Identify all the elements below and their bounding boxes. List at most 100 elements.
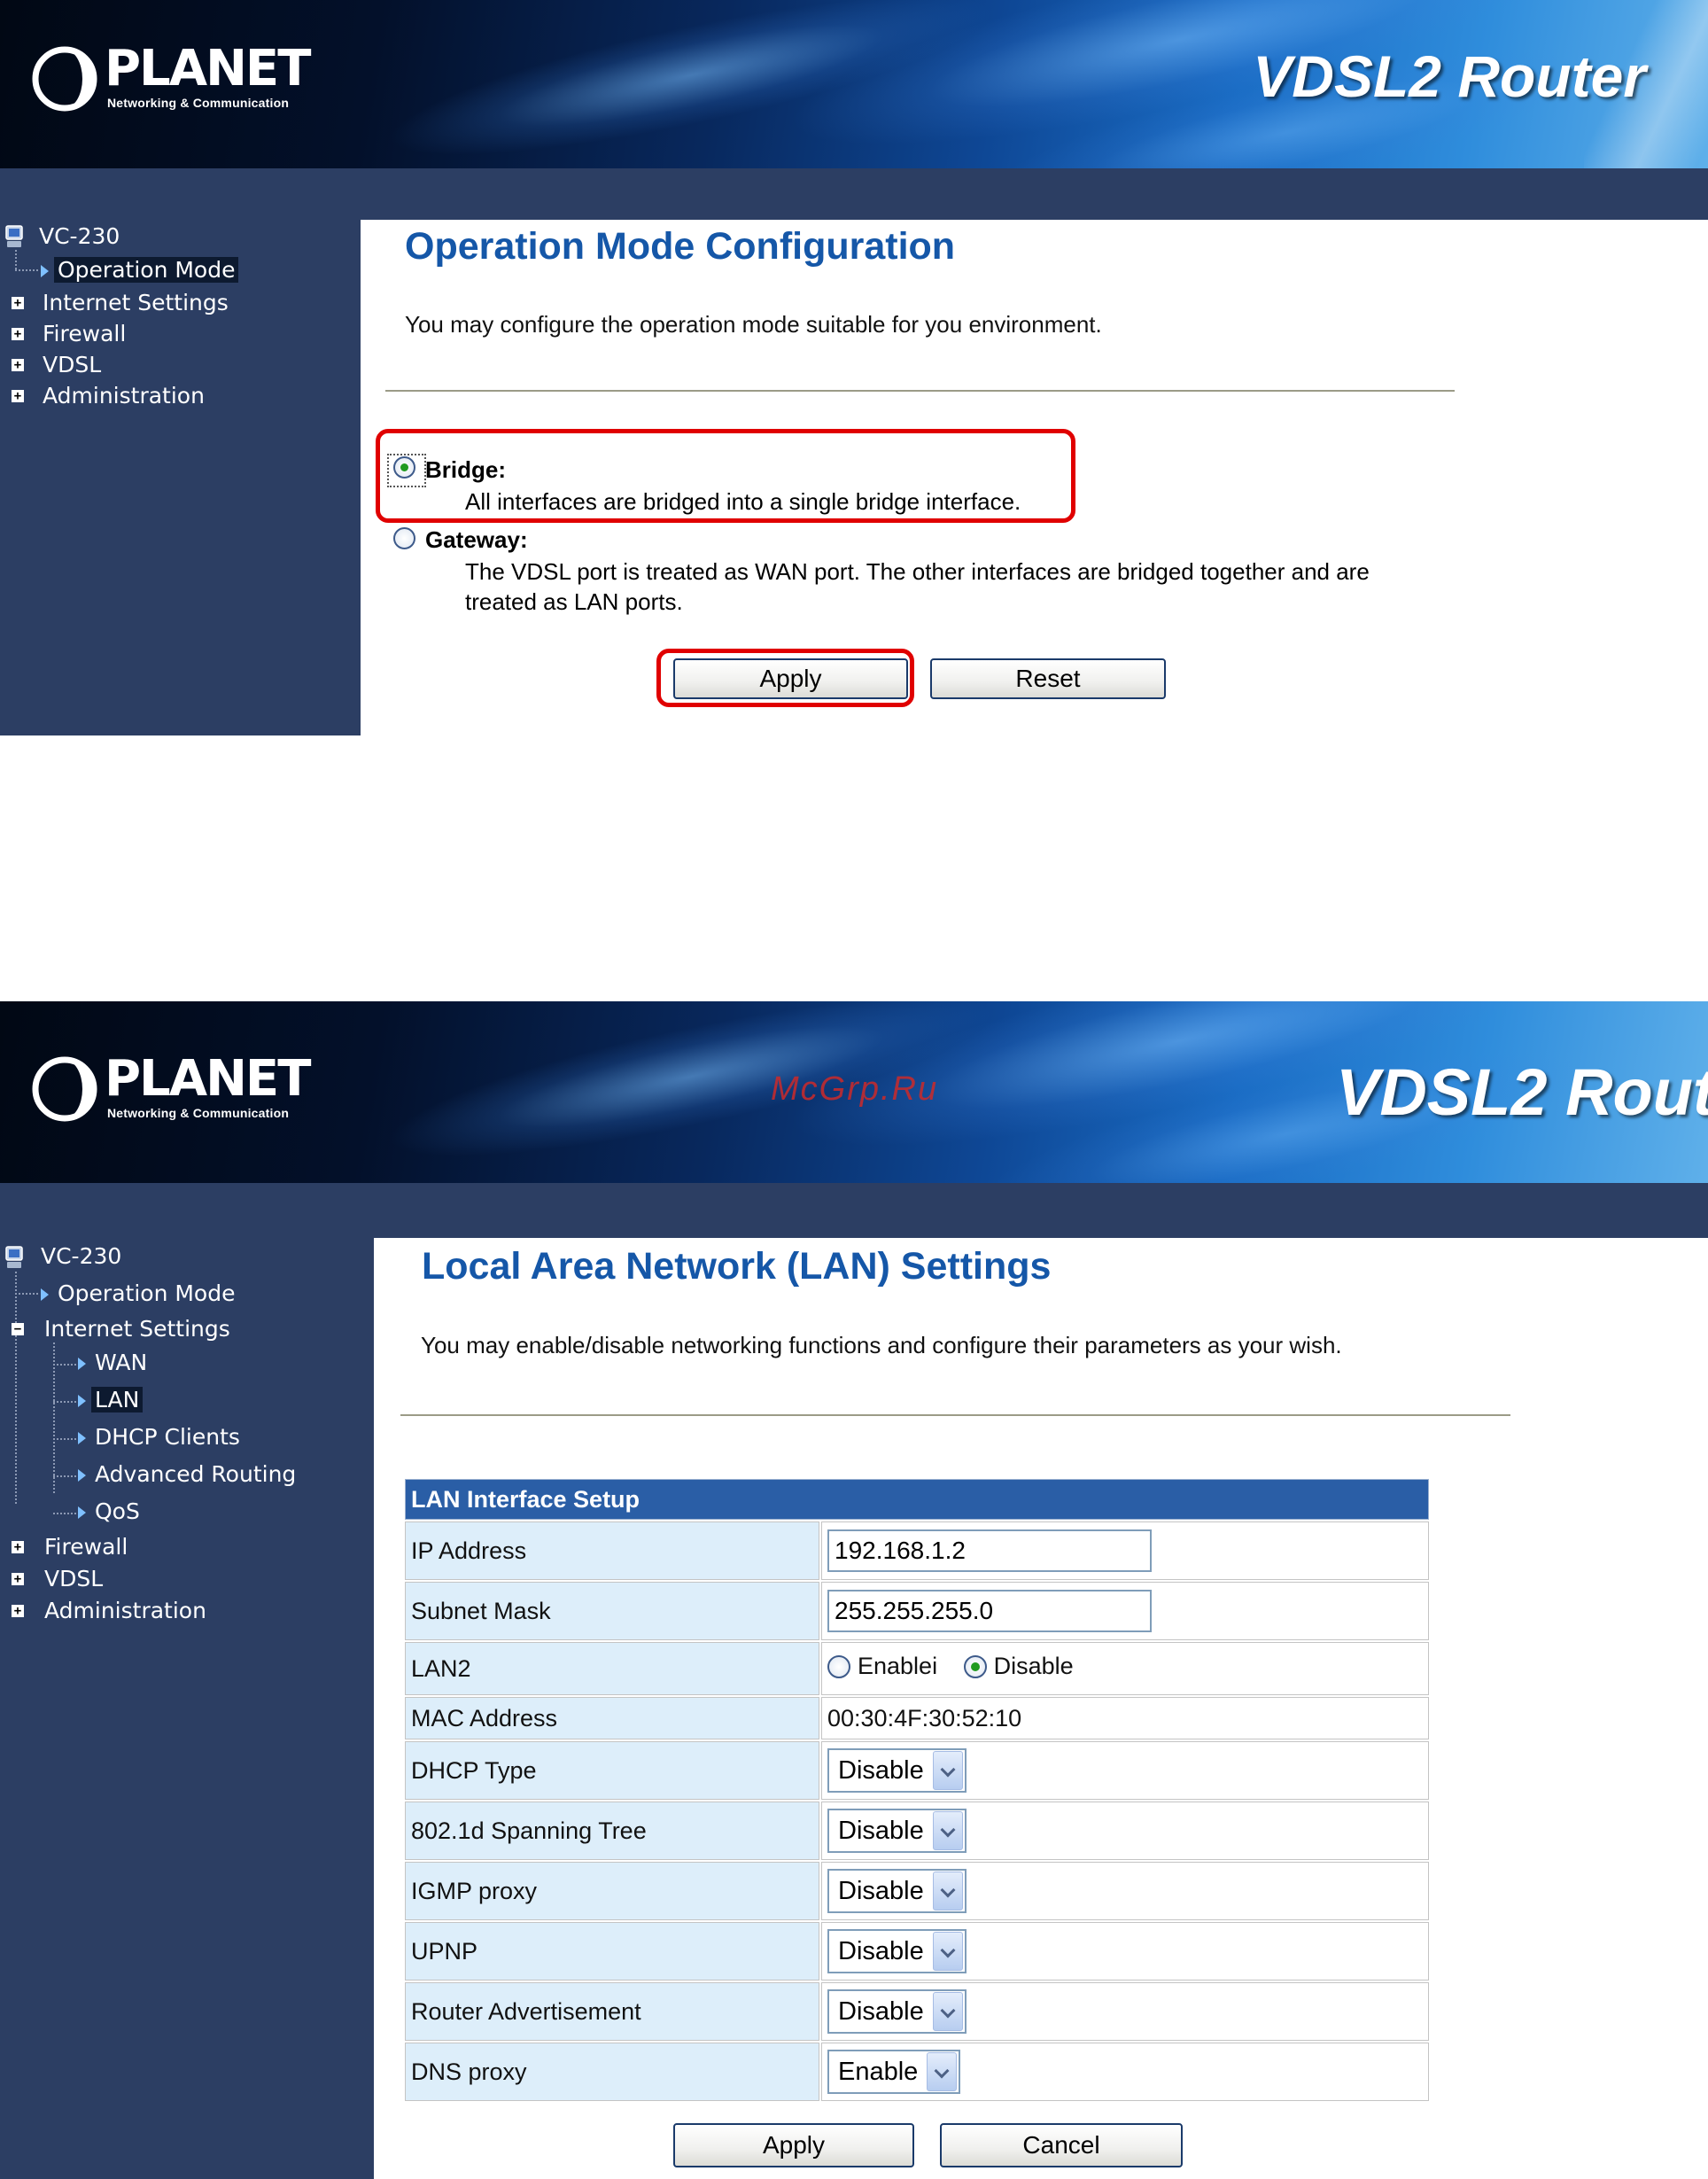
apply-button[interactable]: Apply (673, 2123, 914, 2167)
sidebar-item-label: Operation Mode (58, 1280, 236, 1306)
expand-icon[interactable]: + (12, 1541, 24, 1553)
sidebar-item-internet-settings[interactable]: Internet Settings (41, 1316, 234, 1342)
lan2-label: LAN2 (405, 1642, 819, 1695)
dhcp-type-value: Disable (838, 1755, 924, 1785)
spanning-tree-select[interactable]: Disable (827, 1809, 967, 1853)
dns-proxy-select[interactable]: Enable (827, 2050, 961, 2094)
lan2-enable-option[interactable]: Enablei (827, 1653, 937, 1680)
collapse-icon[interactable]: − (12, 1323, 24, 1335)
router-advertisement-select[interactable]: Disable (827, 1989, 967, 2034)
table-row: 802.1d Spanning Tree Disable (405, 1802, 1429, 1860)
upnp-select[interactable]: Disable (827, 1929, 967, 1973)
sidebar-item-operation-mode[interactable]: Operation Mode (41, 257, 239, 284)
sidebar-device[interactable]: VC-230 (41, 1243, 121, 1270)
table-row: Router Advertisement Disable (405, 1982, 1429, 2041)
logo-text: PLANET (105, 40, 311, 97)
dns-proxy-label: DNS proxy (405, 2043, 819, 2101)
sidebar-item-wan[interactable]: WAN (78, 1350, 151, 1376)
dhcp-type-label: DHCP Type (405, 1741, 819, 1800)
lan-interface-table: LAN Interface Setup IP Address Subnet Ma… (403, 1477, 1431, 2103)
sidebar-item-administration[interactable]: Administration (41, 1598, 210, 1624)
bridge-radio[interactable] (393, 456, 415, 479)
chevron-down-icon[interactable] (927, 2052, 958, 2091)
dhcp-type-select[interactable]: Disable (827, 1748, 967, 1793)
lan2-enable-radio[interactable] (827, 1654, 850, 1678)
sidebar-device[interactable]: VC-230 (39, 223, 120, 250)
upnp-value: Disable (838, 1936, 924, 1965)
subnet-mask-cell (821, 1582, 1429, 1640)
igmp-proxy-cell: Disable (821, 1862, 1429, 1920)
expand-icon[interactable]: + (12, 328, 24, 340)
page-description: You may configure the operation mode sui… (405, 311, 1102, 338)
triangle-right-icon (78, 1432, 86, 1444)
chevron-down-icon[interactable] (932, 1992, 963, 2031)
dns-proxy-cell: Enable (821, 2043, 1429, 2101)
router-advertisement-cell: Disable (821, 1982, 1429, 2041)
table-row: DNS proxy Enable (405, 2043, 1429, 2101)
sidebar-item-label: Advanced Routing (95, 1461, 297, 1487)
sidebar-item-label: Operation Mode (54, 257, 239, 283)
table-row: MAC Address 00:30:4F:30:52:10 (405, 1697, 1429, 1739)
triangle-right-icon (41, 1288, 49, 1301)
igmp-proxy-value: Disable (838, 1876, 924, 1905)
product-title: VDSL2 Router (1336, 1055, 1708, 1129)
table-row: Subnet Mask (405, 1582, 1429, 1640)
cancel-button[interactable]: Cancel (940, 2123, 1183, 2167)
reset-button[interactable]: Reset (930, 658, 1166, 699)
bridge-option: Bridge: (425, 456, 506, 484)
sidebar-item-label: QoS (95, 1498, 140, 1524)
igmp-proxy-select[interactable]: Disable (827, 1869, 967, 1913)
sidebar-item-firewall[interactable]: Firewall (41, 1534, 131, 1560)
sidebar-item-administration[interactable]: Administration (39, 383, 208, 409)
gateway-option: Gateway: (425, 526, 528, 554)
expand-icon[interactable]: + (12, 1605, 24, 1617)
header-banner: PLANET Networking & Communication McGrp.… (0, 1001, 1708, 1183)
ip-address-input[interactable] (827, 1529, 1152, 1572)
chevron-down-icon[interactable] (932, 1811, 963, 1850)
expand-icon[interactable]: + (12, 390, 24, 402)
sidebar-item-vdsl[interactable]: VDSL (39, 352, 105, 378)
spanning-tree-value: Disable (838, 1816, 924, 1845)
subnet-mask-input[interactable] (827, 1590, 1152, 1632)
page-description: You may enable/disable networking functi… (421, 1332, 1342, 1358)
triangle-right-icon (78, 1358, 86, 1370)
sidebar-item-internet-settings[interactable]: Internet Settings (39, 290, 232, 316)
dns-proxy-value: Enable (838, 2057, 919, 2086)
sidebar-item-qos[interactable]: QoS (78, 1498, 144, 1525)
sidebar-item-lan[interactable]: LAN (78, 1387, 144, 1413)
sidebar-item-label: LAN (91, 1387, 144, 1412)
upnp-cell: Disable (821, 1922, 1429, 1981)
chevron-down-icon[interactable] (932, 1751, 963, 1790)
computer-icon (5, 225, 23, 247)
lan2-disable-option[interactable]: Disable (963, 1653, 1074, 1680)
sidebar-item-advanced-routing[interactable]: Advanced Routing (78, 1461, 299, 1488)
sidebar-device-label: VC-230 (41, 1243, 122, 1269)
igmp-proxy-label: IGMP proxy (405, 1862, 819, 1920)
table-row: UPNP Disable (405, 1922, 1429, 1981)
expand-icon[interactable]: + (12, 297, 24, 309)
lan2-disable-label: Disable (993, 1653, 1074, 1680)
logo-tagline: Networking & Communication (107, 1106, 290, 1120)
table-row: IGMP proxy Disable (405, 1862, 1429, 1920)
apply-button[interactable]: Apply (673, 658, 908, 699)
sidebar-nav: VC-230 Operation Mode − Internet Setting… (0, 1183, 374, 2179)
sidebar-device-label: VC-230 (39, 223, 120, 249)
expand-icon[interactable]: + (12, 1573, 24, 1585)
chevron-down-icon[interactable] (932, 1932, 963, 1971)
sidebar-item-label: DHCP Clients (95, 1424, 240, 1450)
table-row: DHCP Type Disable (405, 1741, 1429, 1800)
chevron-down-icon[interactable] (932, 1872, 963, 1911)
gateway-radio[interactable] (393, 527, 415, 549)
sidebar-item-label: Administration (44, 1598, 206, 1623)
sidebar-item-operation-mode[interactable]: Operation Mode (41, 1280, 238, 1307)
lan2-disable-radio[interactable] (963, 1654, 987, 1678)
logo-tagline: Networking & Communication (107, 96, 290, 110)
table-row: IP Address (405, 1521, 1429, 1580)
expand-icon[interactable]: + (12, 359, 24, 371)
sidebar-item-label: VDSL (43, 352, 102, 377)
sidebar-item-dhcp-clients[interactable]: DHCP Clients (78, 1424, 244, 1451)
upnp-label: UPNP (405, 1922, 819, 1981)
gateway-description-line-1: The VDSL port is treated as WAN port. Th… (465, 558, 1370, 585)
sidebar-item-vdsl[interactable]: VDSL (41, 1566, 106, 1592)
sidebar-item-firewall[interactable]: Firewall (39, 321, 129, 347)
